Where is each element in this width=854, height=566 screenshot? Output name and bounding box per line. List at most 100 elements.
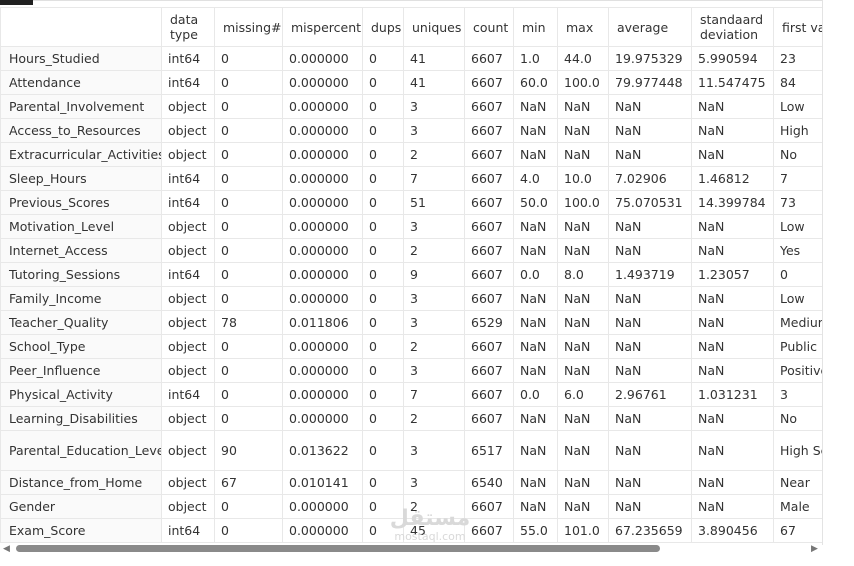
table-cell: object [161,238,215,263]
table-cell: 0.000000 [282,358,363,383]
table-cell: 3 [403,94,465,119]
scrollbar-thumb[interactable] [16,545,660,552]
row-index-label: Tutoring_Sessions [0,262,162,287]
table-cell: 10.0 [557,166,609,191]
table-cell: NaN [608,310,692,335]
table-cell: 6607 [464,262,514,287]
column-header: dups [362,7,404,47]
table-cell: 0.000000 [282,262,363,287]
table-cell: NaN [608,238,692,263]
row-index-label: Previous_Scores [0,190,162,215]
table-cell: 0.000000 [282,334,363,359]
triangle-left-icon[interactable]: ◀ [3,544,10,554]
table-cell: 0 [214,214,283,239]
table-cell: 0.000000 [282,166,363,191]
horizontal-scrollbar[interactable]: ◀ ▶ [0,543,822,555]
table-cell: NaN [691,214,774,239]
triangle-right-icon[interactable]: ▶ [811,544,818,554]
table-cell: 0 [214,190,283,215]
table-cell: Public [773,334,822,359]
table-cell: 0 [362,494,404,519]
table-cell: 2 [403,142,465,167]
table-cell: 3 [773,382,822,407]
table-cell: 41 [403,46,465,71]
table-cell: 0 [362,286,404,311]
row-index-label: Distance_from_Home [0,470,162,495]
table-cell: 0 [362,166,404,191]
table-cell: 6607 [464,406,514,431]
table-cell: object [161,430,215,471]
table-cell: 0.000000 [282,214,363,239]
table-cell: 0.0 [513,382,558,407]
table-cell: 0 [362,470,404,495]
table-cell: 1.23057 [691,262,774,287]
table-cell: NaN [513,310,558,335]
table-cell: NaN [513,406,558,431]
table-cell: NaN [691,286,774,311]
row-index-label: Learning_Disabilities [0,406,162,431]
row-index-label: Parental_Education_Level [0,430,162,471]
table-cell: 0.000000 [282,46,363,71]
table-cell: NaN [608,406,692,431]
table-cell: 0 [214,118,283,143]
table-cell: 0 [362,238,404,263]
table-cell: 0 [214,334,283,359]
table-cell: object [161,334,215,359]
row-index-label: Parental_Involvement [0,94,162,119]
table-cell: 3 [403,430,465,471]
table-cell: 0 [362,190,404,215]
table-cell: 0 [362,70,404,95]
table-cell: 0 [214,406,283,431]
table-cell: object [161,118,215,143]
table-cell: 67.235659 [608,518,692,543]
table-row: Parental_Involvement object 0 0.000000 0 3 660… [0,94,822,119]
column-header: uniques [403,7,465,47]
column-header: first value [773,7,822,47]
table-cell: NaN [557,310,609,335]
column-header-label: standaard deviation [700,12,764,42]
table-cell: 0 [362,262,404,287]
table-row: Family_Income object 0 0.000000 0 3 6607 NaN NaN… [0,286,822,311]
table-cell: 0 [214,262,283,287]
table-row: Sleep_Hours int64 0 0.000000 0 7 6607 4.0 10.0 7.… [0,166,822,191]
table-cell: 84 [773,70,822,95]
table-cell: 0 [214,166,283,191]
row-index-label: Motivation_Level [0,214,162,239]
column-header: average [608,7,692,47]
table-cell: NaN [513,286,558,311]
table-row: Parental_Education_Level object 90 0.013622… [0,430,822,471]
table-row: Internet_Access object 0 0.000000 0 2 6607 NaN N… [0,238,822,263]
table-cell: Medium [773,310,822,335]
dataframe-output[interactable]: data type missing# mispercent dups uniques co… [0,7,822,543]
table-cell: 7 [773,166,822,191]
table-cell: NaN [691,406,774,431]
table-cell: NaN [513,470,558,495]
row-index-label: Attendance [0,70,162,95]
table-cell: int64 [161,70,215,95]
table-cell: 3 [403,310,465,335]
table-cell: 0 [214,238,283,263]
table-cell: 0 [362,118,404,143]
table-cell: 0.010141 [282,470,363,495]
table-cell: 6607 [464,214,514,239]
table-cell: 3.890456 [691,518,774,543]
table-cell: 0.000000 [282,494,363,519]
table-cell: 6607 [464,334,514,359]
table-cell: 1.493719 [608,262,692,287]
table-cell: NaN [557,94,609,119]
table-cell: 4.0 [513,166,558,191]
table-cell: NaN [608,430,692,471]
table-cell: int64 [161,262,215,287]
table-cell: NaN [513,94,558,119]
table-cell: 3 [403,470,465,495]
table-cell: 6540 [464,470,514,495]
column-header: max [557,7,609,47]
table-cell: 14.399784 [691,190,774,215]
table-cell: 5.990594 [691,46,774,71]
table-cell: 3 [403,214,465,239]
row-index-label: Exam_Score [0,518,162,543]
table-cell: 6607 [464,46,514,71]
table-cell: object [161,358,215,383]
column-header: missing# [214,7,283,47]
table-cell: 0.000000 [282,238,363,263]
